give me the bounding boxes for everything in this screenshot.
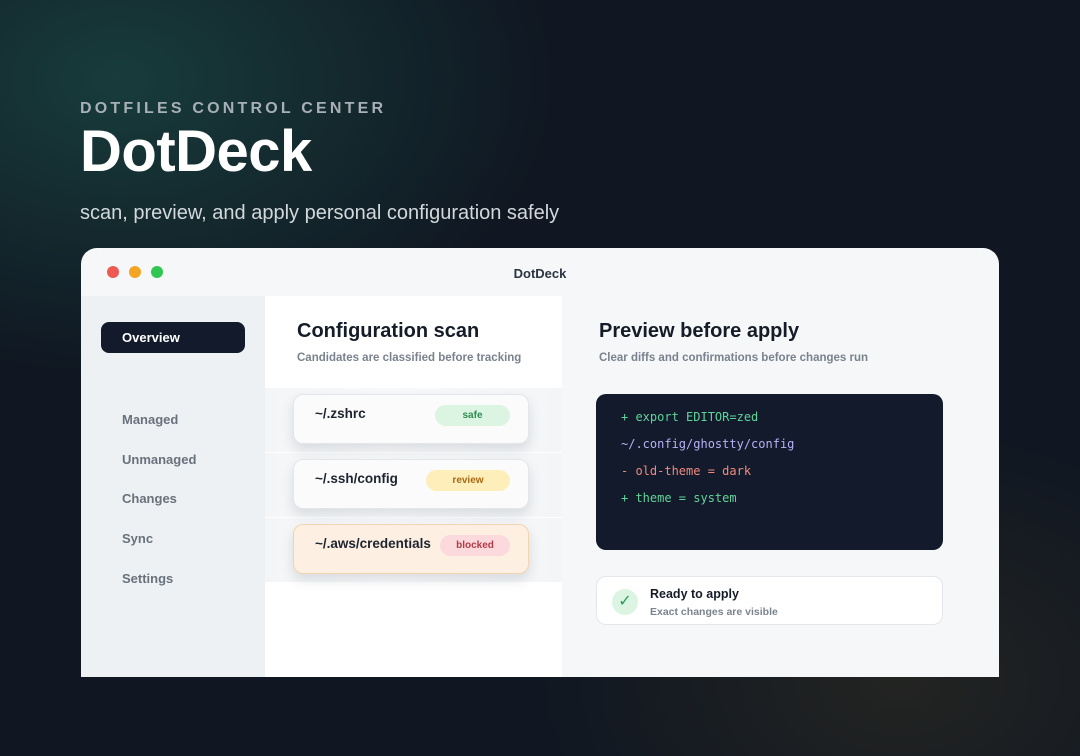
candidate-path: ~/.zshrc — [315, 406, 366, 421]
status-title: Ready to apply — [650, 587, 739, 601]
hero: DOTFILES CONTROL CENTER DotDeck scan, pr… — [80, 100, 559, 225]
sidebar-item-unmanaged[interactable]: Unmanaged — [122, 452, 196, 467]
scan-title: Configuration scan — [297, 320, 480, 342]
scan-subtitle: Candidates are classified before trackin… — [297, 352, 522, 364]
app-window: DotDeck Overview Managed Unmanaged Chang… — [81, 248, 999, 677]
sidebar: Overview Managed Unmanaged Changes Sync … — [81, 296, 265, 677]
sidebar-item-changes[interactable]: Changes — [122, 491, 177, 506]
status-badge: review — [426, 470, 510, 491]
hero-eyebrow: DOTFILES CONTROL CENTER — [80, 100, 387, 117]
status-badge: safe — [435, 405, 510, 426]
diff-preview[interactable]: + export EDITOR=zed ~/.config/ghostty/co… — [596, 394, 943, 550]
candidate-path: ~/.ssh/config — [315, 471, 398, 486]
candidate-card[interactable]: ~/.zshrc safe — [293, 394, 529, 444]
status-subtitle: Exact changes are visible — [650, 606, 778, 618]
sidebar-item-managed[interactable]: Managed — [122, 412, 178, 427]
hero-brand: DotDeck — [80, 119, 312, 184]
candidate-path: ~/.aws/credentials — [315, 536, 431, 551]
status-badge: blocked — [440, 535, 510, 556]
candidate-card[interactable]: ~/.ssh/config review — [293, 459, 529, 509]
title-bar: DotDeck — [81, 248, 999, 296]
diff-line-added: + theme = system — [621, 491, 737, 505]
diff-line-removed: - old-theme = dark — [621, 464, 752, 478]
hero-tagline: scan, preview, and apply personal config… — [80, 202, 560, 224]
sidebar-item-overview[interactable]: Overview — [101, 322, 245, 353]
check-icon: ✓ — [612, 589, 638, 615]
preview-title: Preview before apply — [599, 320, 800, 342]
sidebar-item-sync[interactable]: Sync — [122, 531, 153, 546]
scan-panel: Configuration scan Candidates are classi… — [265, 296, 562, 677]
apply-status: ✓ Ready to apply Exact changes are visib… — [596, 576, 943, 625]
candidate-card[interactable]: ~/.aws/credentials blocked — [293, 524, 529, 574]
preview-subtitle: Clear diffs and confirmations before cha… — [599, 352, 869, 364]
window-title: DotDeck — [513, 266, 567, 281]
diff-line-added: + export EDITOR=zed — [621, 410, 759, 424]
preview-panel: Preview before apply Clear diffs and con… — [562, 296, 999, 677]
sidebar-item-settings[interactable]: Settings — [122, 571, 173, 586]
diff-file-path: ~/.config/ghostty/config — [621, 437, 795, 451]
